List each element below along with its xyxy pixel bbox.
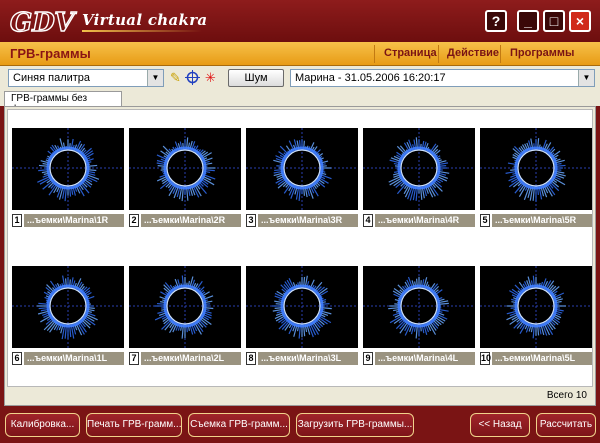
gdv-glow-image	[480, 128, 592, 210]
palette-select-value: Синяя палитра	[13, 72, 91, 84]
session-select[interactable]: Марина - 31.05.2006 16:20:17 ▼	[290, 69, 595, 87]
chevron-down-icon[interactable]: ▼	[578, 70, 594, 86]
tab-strip: ГРВ-граммы без фильтра	[0, 90, 600, 115]
thumbnail-path: ...ъемки\Marina\2L	[141, 352, 241, 365]
gdv-glow-image	[129, 266, 241, 348]
thumbnail-number: 4	[363, 214, 373, 227]
thumbnail-number: 10	[480, 352, 492, 365]
gdv-logo: GDV	[9, 7, 78, 38]
minimize-button[interactable]: _	[517, 10, 539, 32]
gdv-image[interactable]	[480, 128, 592, 210]
app-title: Virtual chakra	[82, 11, 208, 29]
logo-text: GDV	[10, 8, 77, 38]
gdv-image[interactable]	[363, 128, 475, 210]
menu-item-page[interactable]: Страница	[384, 47, 437, 59]
gdv-glow-image	[480, 266, 592, 348]
gdv-glow-image	[363, 128, 475, 210]
maximize-button[interactable]: □	[543, 10, 565, 32]
thumbnail-path: ...ъемки\Marina\3R	[258, 214, 358, 227]
thumbnail-path: ...ъемки\Marina\5R	[492, 214, 592, 227]
palette-select[interactable]: Синяя палитра ▼	[8, 69, 164, 87]
gdv-image[interactable]	[129, 128, 241, 210]
noise-button[interactable]: Шум	[228, 69, 284, 87]
thumbnail-path: ...ъемки\Marina\4R	[375, 214, 475, 227]
thumbnail-path: ...ъемки\Marina\1R	[24, 214, 124, 227]
app-title-underline	[82, 30, 202, 32]
thumbnail-number: 9	[363, 352, 373, 365]
thumbnail-path: ...ъемки\Marina\2R	[141, 214, 241, 227]
chevron-down-icon[interactable]: ▼	[147, 70, 163, 86]
thumbnail-path: ...ъемки\Marina\3L	[258, 352, 358, 365]
tab-unfiltered[interactable]: ГРВ-граммы без фильтра	[4, 91, 122, 115]
gdv-glow-image	[129, 128, 241, 210]
back-button[interactable]: << Назад	[470, 413, 530, 437]
thumbnail-number: 8	[246, 352, 256, 365]
gdv-image[interactable]	[480, 266, 592, 348]
title-bar: GDV Virtual chakra ? _ □ ×	[0, 0, 600, 42]
help-button[interactable]: ?	[485, 10, 507, 32]
print-button[interactable]: Печать ГРВ-грамм...	[86, 413, 182, 437]
main-panel: 1 ...ъемки\Marina\1R 2 ...ъемки\Marina\2R 3.…	[4, 106, 596, 406]
gdv-image[interactable]	[12, 266, 124, 348]
gdv-image[interactable]	[12, 128, 124, 210]
gdv-image[interactable]	[129, 266, 241, 348]
total-label: Всего	[546, 390, 574, 401]
section-title: ГРВ-граммы	[10, 46, 91, 61]
capture-button[interactable]: Съемка ГРВ-грамм...	[188, 413, 290, 437]
gdv-glow-image	[12, 128, 124, 210]
thumbnail-number: 7	[129, 352, 139, 365]
load-button[interactable]: Загрузить ГРВ-граммы...	[296, 413, 414, 437]
gdv-glow-image	[246, 266, 358, 348]
gdv-glow-image	[246, 128, 358, 210]
star-icon[interactable]: ✳	[203, 70, 218, 85]
session-select-value: Марина - 31.05.2006 16:20:17	[295, 72, 446, 84]
gdv-image[interactable]	[363, 266, 475, 348]
thumbnail-number: 3	[246, 214, 256, 227]
thumbnail-number: 5	[480, 214, 490, 227]
thumbnail-number: 1	[12, 214, 22, 227]
menu-item-action[interactable]: Действие	[447, 47, 499, 59]
wand-icon[interactable]: ✎	[168, 70, 183, 85]
calibration-button[interactable]: Калибровка...	[5, 413, 80, 437]
toolbar: Синяя палитра ▼ ✎ ✳ Шум Марина - 31.05.2…	[0, 66, 600, 90]
status-bar: Всего 10	[7, 389, 593, 403]
total-count: 10	[575, 390, 587, 401]
gdv-image[interactable]	[246, 128, 358, 210]
gdv-glow-image	[363, 266, 475, 348]
thumbnail-number: 6	[12, 352, 22, 365]
bottom-bar: Калибровка... Печать ГРВ-грамм... Съемка…	[0, 408, 600, 443]
close-button[interactable]: ×	[569, 10, 591, 32]
gdv-image[interactable]	[246, 266, 358, 348]
menu-bar: ГРВ-граммы Страница Действие Программы	[0, 42, 600, 66]
thumbnail-number: 2	[129, 214, 139, 227]
thumbnail-path: ...ъемки\Marina\4L	[375, 352, 475, 365]
calculate-button[interactable]: Рассчитать	[536, 413, 596, 437]
menu-separator	[438, 45, 439, 63]
gdv-glow-image	[12, 266, 124, 348]
menu-separator	[374, 45, 375, 63]
thumbnail-path: ...ъемки\Marina\1L	[24, 352, 124, 365]
thumbnail-path: ...ъемки\Marina\5L	[492, 352, 592, 365]
crosshair-icon[interactable]	[185, 70, 200, 85]
menu-item-programs[interactable]: Программы	[510, 47, 574, 59]
thumbnail-grid: 1 ...ъемки\Marina\1R 2 ...ъемки\Marina\2R 3.…	[7, 109, 593, 387]
menu-separator	[500, 45, 501, 63]
